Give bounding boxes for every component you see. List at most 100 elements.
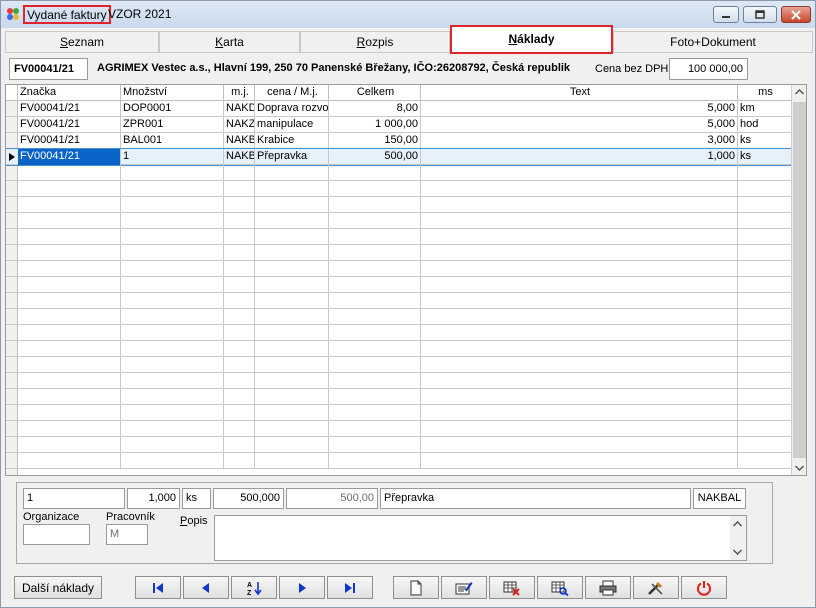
first-record-button[interactable]	[135, 576, 181, 599]
cell-celkem[interactable]	[329, 325, 421, 341]
print-button[interactable]	[585, 576, 631, 599]
cell-znacka[interactable]	[18, 165, 121, 181]
tools-button[interactable]	[633, 576, 679, 599]
cell-znacka[interactable]	[18, 245, 121, 261]
cell-text[interactable]	[421, 213, 738, 229]
cell-znacka[interactable]	[18, 389, 121, 405]
search-records-button[interactable]	[537, 576, 583, 599]
cell-mnozstvi[interactable]	[121, 389, 224, 405]
cell-celkem[interactable]	[329, 229, 421, 245]
cell-znacka[interactable]: FV00041/21	[18, 117, 121, 133]
cell-cena[interactable]	[255, 325, 329, 341]
cell-text[interactable]	[421, 421, 738, 437]
cell-text[interactable]	[421, 165, 738, 181]
cell-mj[interactable]	[224, 213, 255, 229]
cell-ms[interactable]	[738, 229, 791, 245]
cell-znacka[interactable]	[18, 421, 121, 437]
cell-cena[interactable]: Přepravka	[255, 149, 329, 165]
cell-mj[interactable]	[224, 341, 255, 357]
cell-znacka[interactable]	[18, 213, 121, 229]
empty-row[interactable]	[6, 325, 791, 341]
cell-ms[interactable]	[738, 421, 791, 437]
cell-ms[interactable]: hod	[738, 117, 791, 133]
cell-ms[interactable]	[738, 325, 791, 341]
costs-grid[interactable]: Značka Množství m.j. cena / M.j. Celkem …	[5, 84, 807, 476]
cell-mnozstvi[interactable]	[121, 197, 224, 213]
cell-ms[interactable]	[738, 453, 791, 469]
empty-row[interactable]	[6, 261, 791, 277]
cell-ms[interactable]	[738, 437, 791, 453]
cell-cena[interactable]: Doprava rozvo	[255, 101, 329, 117]
cell-text[interactable]: 3,000	[421, 133, 738, 149]
cell-mj[interactable]	[224, 437, 255, 453]
cell-text[interactable]	[421, 453, 738, 469]
cell-celkem[interactable]: 1 000,00	[329, 117, 421, 133]
cell-cena[interactable]	[255, 277, 329, 293]
cell-cena[interactable]	[255, 373, 329, 389]
empty-row[interactable]	[6, 373, 791, 389]
cell-mj[interactable]	[224, 245, 255, 261]
cell-ms[interactable]	[738, 405, 791, 421]
next-record-button[interactable]	[279, 576, 325, 599]
cell-ms[interactable]	[738, 309, 791, 325]
cell-ms[interactable]	[738, 245, 791, 261]
cell-znacka[interactable]	[18, 277, 121, 293]
cell-mnozstvi[interactable]	[121, 213, 224, 229]
cell-mnozstvi[interactable]	[121, 165, 224, 181]
cell-celkem[interactable]	[329, 261, 421, 277]
cell-ms[interactable]	[738, 389, 791, 405]
cell-mnozstvi[interactable]: BAL001	[121, 133, 224, 149]
cell-znacka[interactable]	[18, 293, 121, 309]
cell-cena[interactable]	[255, 293, 329, 309]
cell-znacka[interactable]	[18, 341, 121, 357]
cell-znacka[interactable]	[18, 197, 121, 213]
cell-text[interactable]: 5,000	[421, 117, 738, 133]
cell-mnozstvi[interactable]	[121, 181, 224, 197]
cell-celkem[interactable]	[329, 421, 421, 437]
grid-scroll-thumb[interactable]	[793, 102, 806, 458]
cell-mj[interactable]: NAKD	[224, 101, 255, 117]
cell-celkem[interactable]	[329, 341, 421, 357]
cell-mnozstvi[interactable]	[121, 453, 224, 469]
cell-znacka[interactable]: FV00041/21	[18, 149, 121, 165]
prev-record-button[interactable]	[183, 576, 229, 599]
cell-mnozstvi[interactable]	[121, 293, 224, 309]
pracovnik-field[interactable]: M	[106, 524, 148, 545]
cell-celkem[interactable]	[329, 197, 421, 213]
cell-celkem[interactable]	[329, 389, 421, 405]
empty-row[interactable]	[6, 277, 791, 293]
cell-ms[interactable]	[738, 181, 791, 197]
cell-mnozstvi[interactable]: DOP0001	[121, 101, 224, 117]
cell-celkem[interactable]	[329, 277, 421, 293]
cell-text[interactable]	[421, 389, 738, 405]
detail-kod-field[interactable]: 1	[23, 488, 125, 509]
empty-row[interactable]	[6, 293, 791, 309]
cell-mj[interactable]	[224, 405, 255, 421]
cell-znacka[interactable]	[18, 325, 121, 341]
cell-cena[interactable]	[255, 453, 329, 469]
cell-cena[interactable]	[255, 309, 329, 325]
cell-ms[interactable]	[738, 197, 791, 213]
cell-ms[interactable]	[738, 341, 791, 357]
col-header-znacka[interactable]: Značka	[18, 85, 121, 101]
empty-row[interactable]	[6, 197, 791, 213]
cell-cena[interactable]	[255, 165, 329, 181]
cell-mj[interactable]	[224, 357, 255, 373]
tab-foto-dokument[interactable]: Foto+Dokument	[613, 31, 813, 53]
cell-text[interactable]	[421, 293, 738, 309]
cell-ms[interactable]: ks	[738, 149, 791, 165]
cell-mj[interactable]: NAKB	[224, 133, 255, 149]
organizace-field[interactable]	[23, 524, 90, 545]
cell-mj[interactable]	[224, 389, 255, 405]
cell-znacka[interactable]	[18, 229, 121, 245]
detail-nazev-field[interactable]: Přepravka	[380, 488, 691, 509]
empty-row[interactable]	[6, 389, 791, 405]
detail-mnozstvi-field[interactable]: 1,000	[127, 488, 180, 509]
cell-text[interactable]	[421, 229, 738, 245]
cell-text[interactable]: 5,000	[421, 101, 738, 117]
cell-cena[interactable]	[255, 389, 329, 405]
cell-mj[interactable]	[224, 197, 255, 213]
empty-row[interactable]	[6, 421, 791, 437]
cell-mnozstvi[interactable]: 1	[121, 149, 224, 165]
cell-znacka[interactable]	[18, 373, 121, 389]
